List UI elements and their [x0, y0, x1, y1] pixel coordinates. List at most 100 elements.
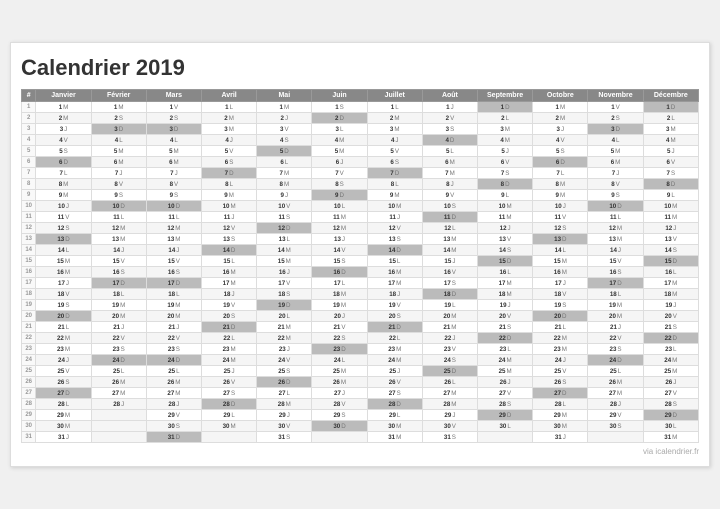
day-number: 22 [223, 335, 230, 342]
day-letter: D [673, 258, 677, 265]
calendar-cell: 5S [36, 146, 91, 157]
calendar-cell: 2L [643, 113, 698, 124]
day-letter: M [341, 368, 346, 375]
day-number: 28 [610, 401, 617, 408]
calendar-cell: 3L [312, 124, 367, 135]
day-letter: V [671, 159, 675, 166]
day-number: 4 [391, 137, 394, 144]
day-number: 8 [280, 181, 283, 188]
calendar-cell: 30V [422, 421, 477, 432]
day-number: 10 [388, 203, 395, 210]
day-letter: M [451, 247, 456, 254]
calendar-cell: 20L [257, 311, 312, 322]
day-letter: L [121, 214, 124, 221]
calendar-cell: 19J [643, 300, 698, 311]
calendar-cell: 27V [478, 388, 533, 399]
day-number: 11 [444, 214, 451, 221]
day-letter: M [562, 423, 567, 430]
day-letter: D [176, 357, 180, 364]
day-letter: J [121, 401, 124, 408]
day-number: 24 [664, 357, 671, 364]
day-number: 27 [57, 390, 64, 397]
day-number: 3 [114, 126, 117, 133]
day-letter: J [175, 170, 178, 177]
calendar-cell: 26J [478, 377, 533, 388]
day-letter: M [562, 346, 567, 353]
day-letter: S [671, 170, 675, 177]
day-number: 14 [333, 247, 340, 254]
day-number: 31 [278, 434, 285, 441]
day-letter: M [617, 236, 622, 243]
day-letter: J [66, 357, 69, 364]
day-number: 12 [444, 225, 451, 232]
calendar-cell: 14S [643, 245, 698, 256]
day-number: 20 [443, 313, 450, 320]
day-letter: S [121, 269, 125, 276]
day-number: 10 [334, 203, 341, 210]
day-number: 12 [389, 225, 396, 232]
calendar-table: #JanvierFévrierMarsAvrilMaiJuinJuilletAo… [21, 89, 699, 443]
day-letter: M [394, 115, 399, 122]
day-number: 7 [60, 170, 63, 177]
day-letter: M [229, 126, 234, 133]
calendar-cell: 17M [367, 278, 422, 289]
day-number: 27 [499, 390, 506, 397]
day-letter: M [63, 181, 68, 188]
day-letter: L [342, 203, 345, 210]
calendar-cell: 21J [588, 322, 643, 333]
day-letter: L [452, 379, 455, 386]
day-number: 30 [444, 423, 451, 430]
day-number: 2 [59, 115, 62, 122]
calendar-cell: 13M [588, 234, 643, 245]
day-number: 20 [554, 313, 561, 320]
day-number: 10 [223, 203, 230, 210]
calendar-cell: 5J [643, 146, 698, 157]
day-number: 24 [223, 357, 230, 364]
calendar-cell: 8J [422, 179, 477, 190]
day-letter: V [562, 368, 566, 375]
calendar-cell: 1M [257, 102, 312, 113]
day-number: 10 [555, 203, 562, 210]
calendar-cell: 20D [36, 311, 91, 322]
day-letter: S [507, 247, 511, 254]
calendar-cell: 22M [36, 333, 91, 344]
day-number: 28 [223, 401, 230, 408]
calendar-cell: 20M [91, 311, 146, 322]
calendar-cell: 25L [588, 366, 643, 377]
day-number: 1 [59, 104, 62, 111]
day-letter: L [673, 269, 676, 276]
calendar-cell: 17J [533, 278, 588, 289]
day-number: 23 [665, 346, 672, 353]
calendar-cell: 17M [643, 278, 698, 289]
day-number: 3 [611, 126, 614, 133]
day-letter: V [617, 258, 621, 265]
calendar-cell: 24D [146, 355, 201, 366]
day-number: 8 [335, 181, 338, 188]
day-number: 8 [59, 181, 62, 188]
calendar-cell: 6J [312, 157, 367, 168]
calendar-cell: 24S [422, 355, 477, 366]
calendar-cell: 28D [367, 399, 422, 410]
day-number: 8 [391, 181, 394, 188]
day-letter: V [231, 379, 235, 386]
calendar-cell: 12V [202, 223, 257, 234]
day-number: 18 [444, 291, 451, 298]
calendar-cell: 22V [91, 333, 146, 344]
day-number: 18 [113, 291, 120, 298]
calendar-cell: 27M [422, 388, 477, 399]
day-letter: J [563, 203, 566, 210]
day-letter: V [176, 412, 180, 419]
day-number: 19 [389, 302, 396, 309]
day-number: 19 [112, 302, 119, 309]
day-letter: M [65, 258, 70, 265]
day-number: 10 [444, 203, 451, 210]
day-letter: J [508, 379, 511, 386]
day-letter: J [673, 379, 676, 386]
calendar-cell: 16L [643, 267, 698, 278]
calendar-cell: 19S [36, 300, 91, 311]
day-letter: D [617, 280, 621, 287]
day-number: 9 [59, 192, 62, 199]
day-letter: M [396, 434, 401, 441]
day-number: 29 [499, 412, 506, 419]
day-number: 3 [557, 126, 560, 133]
